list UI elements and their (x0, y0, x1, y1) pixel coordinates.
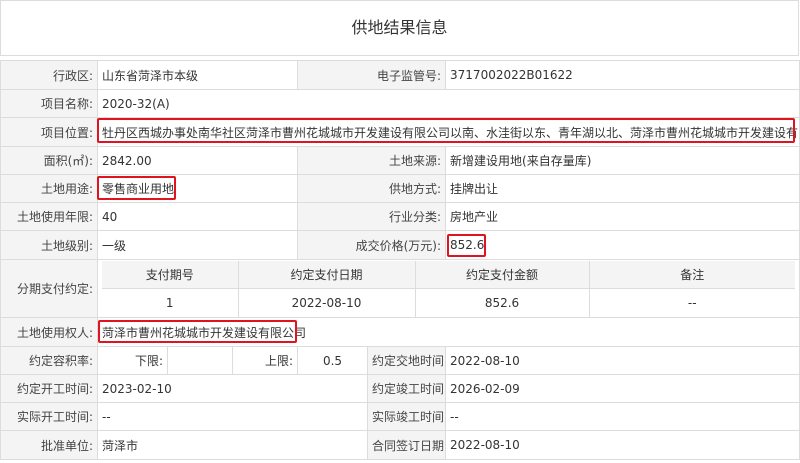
contract-date-label: 合同签订日期: (367, 430, 447, 460)
supply-result-table: 行政区: 山东省菏泽市本级 电子监管号: 3717002022B01622 项目… (0, 60, 800, 460)
installment-date: 2022-08-10 (237, 288, 416, 317)
completion-date-label: 约定竣工时间: (367, 374, 447, 403)
table-row: 土地使用权人: 菏泽市曹州花城城市开发建设有限公司 (0, 317, 800, 347)
installments-header: 支付期号 (102, 260, 239, 289)
district-value: 山东省菏泽市本级 (96, 60, 299, 90)
project-name-label: 项目名称: (0, 89, 98, 118)
actual-start-value: -- (96, 402, 369, 431)
supervision-no-label: 电子监管号: (297, 60, 447, 90)
table-row: 土地用途: 零售商业用地 供地方式: 挂牌出让 (0, 174, 800, 203)
actual-completion-label: 实际竣工时间: (367, 402, 447, 431)
contract-date-value: 2022-08-10 (445, 430, 800, 460)
actual-start-label: 实际开工时间: (0, 402, 98, 431)
supply-method-value: 挂牌出让 (445, 174, 800, 203)
land-grade-value: 一级 (96, 230, 299, 260)
plot-ratio-upper-label: 上限: (231, 346, 299, 375)
installments-label: 分期支付约定: (0, 259, 98, 318)
table-row: 面积(㎡): 2842.00 土地来源: 新增建设用地(来自存量库) (0, 146, 800, 175)
table-row: 土地使用年限: 40 行业分类: 房地产业 (0, 202, 800, 231)
installments-cell: 支付期号 约定支付日期 约定支付金额 备注 1 2022-08-10 852.6… (96, 259, 800, 318)
start-date-value: 2023-02-10 (96, 374, 369, 403)
table-row: 行政区: 山东省菏泽市本级 电子监管号: 3717002022B01622 (0, 60, 800, 90)
table-row: 土地级别: 一级 成交价格(万元): 852.6 (0, 230, 800, 260)
approval-unit-label: 批准单位: (0, 430, 98, 460)
land-source-label: 土地来源: (297, 146, 447, 175)
industry-label: 行业分类: (297, 202, 447, 231)
plot-ratio-lower-value (167, 346, 233, 375)
project-location-value: 牡丹区西城办事处南华社区菏泽市曹州花城城市开发建设有限公司以南、水洼街以东、青年… (96, 117, 800, 147)
actual-completion-value: -- (445, 402, 800, 431)
installments-header: 备注 (588, 260, 796, 289)
table-row: 约定开工时间: 2023-02-10 约定竣工时间: 2026-02-09 (0, 374, 800, 403)
approval-unit-value: 菏泽市 (96, 430, 369, 460)
page-title: 供地结果信息 (0, 0, 799, 56)
installment-amount: 852.6 (414, 288, 590, 317)
supervision-no-value: 3717002022B01622 (445, 60, 800, 90)
installments-header: 约定支付日期 (237, 260, 416, 289)
table-row: 约定容积率: 下限: 上限: 0.5 约定交地时间: 2022-08-10 (0, 346, 800, 375)
deal-price-value: 852.6 (445, 230, 800, 260)
project-location-label: 项目位置: (0, 117, 98, 147)
supply-result-page: 供地结果信息 行政区: 山东省菏泽市本级 电子监管号: 3717002022B0… (0, 0, 800, 463)
installments-header-row: 支付期号 约定支付日期 约定支付金额 备注 (102, 260, 796, 289)
installments-row: 1 2022-08-10 852.6 -- (102, 288, 796, 317)
table-row: 实际开工时间: -- 实际竣工时间: -- (0, 402, 800, 431)
plot-ratio-lower-label: 下限: (97, 346, 168, 375)
project-name-value: 2020-32(A) (96, 89, 800, 118)
table-row: 项目位置: 牡丹区西城办事处南华社区菏泽市曹州花城城市开发建设有限公司以南、水洼… (0, 117, 800, 147)
supply-method-label: 供地方式: (297, 174, 447, 203)
plot-ratio-upper-value: 0.5 (297, 346, 369, 375)
completion-date-value: 2026-02-09 (445, 374, 800, 403)
handover-date-value: 2022-08-10 (445, 346, 800, 375)
land-use-label: 土地用途: (0, 174, 98, 203)
installment-note: -- (588, 288, 796, 317)
land-user-value: 菏泽市曹州花城城市开发建设有限公司 (96, 317, 800, 347)
land-grade-label: 土地级别: (0, 230, 98, 260)
plot-ratio-label: 约定容积率: (0, 346, 98, 375)
installments-header: 约定支付金额 (414, 260, 590, 289)
land-user-label: 土地使用权人: (0, 317, 98, 347)
table-row: 批准单位: 菏泽市 合同签订日期: 2022-08-10 (0, 430, 800, 460)
start-date-label: 约定开工时间: (0, 374, 98, 403)
table-row: 分期支付约定: 支付期号 约定支付日期 约定支付金额 备注 1 2022-08-… (0, 259, 800, 318)
installment-period: 1 (102, 288, 239, 317)
installments-table: 支付期号 约定支付日期 约定支付金额 备注 1 2022-08-10 852.6… (102, 260, 796, 317)
table-row: 项目名称: 2020-32(A) (0, 89, 800, 118)
area-label: 面积(㎡): (0, 146, 98, 175)
land-source-value: 新增建设用地(来自存量库) (445, 146, 800, 175)
industry-value: 房地产业 (445, 202, 800, 231)
handover-date-label: 约定交地时间: (367, 346, 447, 375)
deal-price-label: 成交价格(万元): (297, 230, 447, 260)
land-use-value: 零售商业用地 (96, 174, 299, 203)
district-label: 行政区: (0, 60, 98, 90)
use-years-value: 40 (96, 202, 299, 231)
area-value: 2842.00 (96, 146, 299, 175)
use-years-label: 土地使用年限: (0, 202, 98, 231)
